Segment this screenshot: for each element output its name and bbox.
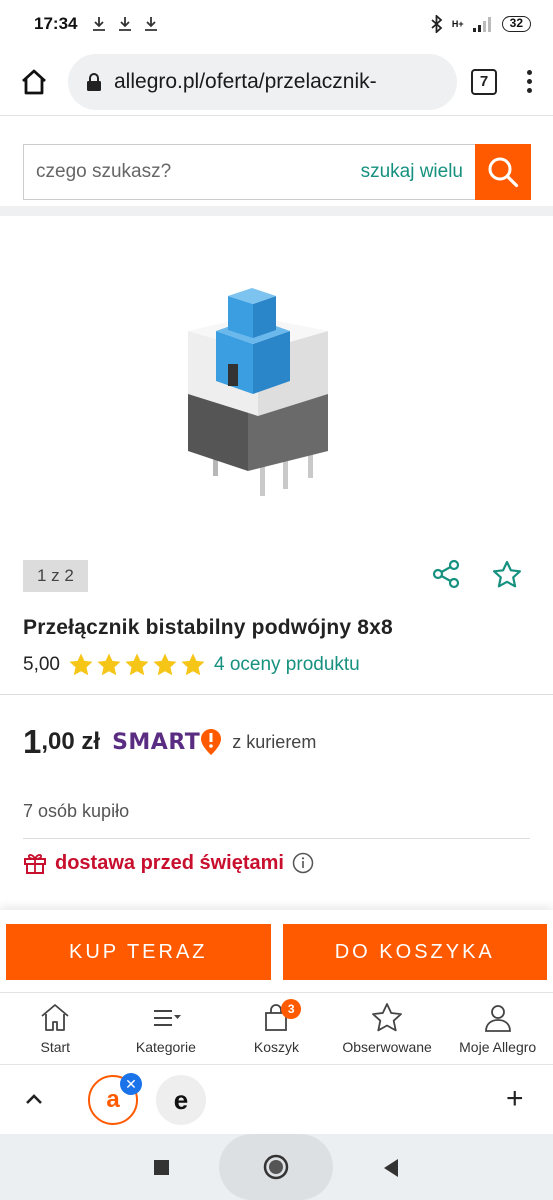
bluetooth-icon [431,15,443,33]
home-icon [22,69,46,94]
buyers-count: 7 osób kupiło [23,801,130,821]
download-icon [145,17,158,31]
browser-home-button[interactable] [14,62,54,102]
ratings-link[interactable]: 4 oceny produktu [214,654,360,676]
nav-label: Koszyk [253,1039,300,1055]
user-icon [484,1005,511,1032]
add-to-cart-button[interactable]: DO KOSZYKA [282,924,547,980]
dot-icon [526,70,532,75]
system-home-button[interactable] [219,1134,333,1200]
nav-watched[interactable]: Obserwowane [332,993,443,1064]
watch-button[interactable] [492,560,522,595]
star-filled-icon [69,653,93,676]
network-label: H+ [451,19,464,29]
gift-icon [24,854,46,874]
product-image [188,288,328,496]
cart-count-badge: 3 [281,999,302,1019]
star-icon [372,1003,402,1032]
search-button[interactable] [475,144,531,200]
rating-row: 5,00 4 oceny produktu [23,652,530,678]
home-circle-icon [263,1154,289,1180]
nav-label: Obserwowane [342,1039,432,1055]
nav-label: Kategorie [135,1039,196,1055]
gallery-counter: 1 z 2 [23,560,88,592]
url-text: allegro.pl/oferta/przelacznik- [114,69,377,93]
price-integer: 1 [23,723,42,760]
bottom-navigation: Start Kategorie Koszyk 3 Obserwowane Moj… [0,992,553,1064]
tab-other[interactable]: e [156,1075,206,1125]
recents-button[interactable] [154,1160,169,1175]
share-icon [432,559,460,589]
smart-label: SMART [112,729,201,755]
star-outline-icon [493,560,521,588]
courier-label: z kurierem [232,731,317,752]
star-filled-icon [153,653,177,676]
price-fraction: ,00 zł [41,728,101,755]
browser-toolbar: allegro.pl/oferta/przelacznik- 7 [0,48,553,116]
delivery-info: dostawa przed świętami [0,839,553,875]
search-input[interactable] [36,161,361,183]
browser-tab-strip: a ✕ e + [0,1064,553,1134]
download-icon [93,17,106,31]
nav-categories[interactable]: Kategorie [111,993,222,1064]
back-icon[interactable] [382,1158,400,1178]
close-icon[interactable]: ✕ [120,1073,142,1095]
star-filled-icon [97,653,121,676]
home-icon [41,1004,69,1031]
lock-icon [87,72,101,91]
dot-icon [526,79,532,84]
signal-icon [472,17,491,32]
delivery-label: dostawa przed świętami [55,851,284,874]
nav-label: Moje Allegro [459,1039,537,1055]
buy-bar: KUP TERAZ DO KOSZYKA [0,910,553,992]
download-indicators [91,16,159,32]
share-button[interactable] [430,558,462,595]
product-gallery[interactable]: 1 z 2 [0,216,553,592]
info-icon[interactable] [292,852,314,874]
multi-search-link[interactable]: szukaj wielu [361,161,463,183]
nav-start[interactable]: Start [0,993,111,1064]
smart-logo[interactable]: SMART [112,728,222,756]
nav-cart[interactable]: Koszyk 3 [221,993,332,1064]
menu-icon [153,1010,181,1026]
rating-stars [68,652,206,678]
price-row: 1 ,00 zł SMART z kurierem [0,695,553,761]
battery-indicator: 32 [501,16,531,32]
nav-my-allegro[interactable]: Moje Allegro [442,993,553,1064]
search-field: szukaj wielu [23,144,475,200]
new-tab-button[interactable]: + [506,1084,524,1114]
browser-menu-button[interactable] [519,70,539,93]
status-bar: 17:34 H+ 32 [0,0,553,48]
tab-switcher-button[interactable]: 7 [471,68,497,95]
smart-badge-icon [201,729,222,755]
chevron-up-icon[interactable] [22,1088,46,1112]
product-title: Przełącznik bistabilny podwójny 8x8 [23,616,393,639]
search-icon [488,157,519,188]
status-time: 17:34 [34,14,78,33]
download-icon [119,17,132,31]
rating-value: 5,00 [23,654,60,675]
star-filled-icon [181,653,205,676]
address-bar[interactable]: allegro.pl/oferta/przelacznik- [68,53,457,110]
search-bar: szukaj wielu [0,116,553,216]
dot-icon [526,88,532,93]
nav-label: Start [40,1039,71,1055]
buy-now-button[interactable]: KUP TERAZ [6,924,271,980]
system-navigation [0,1134,553,1200]
star-filled-icon [125,653,149,676]
